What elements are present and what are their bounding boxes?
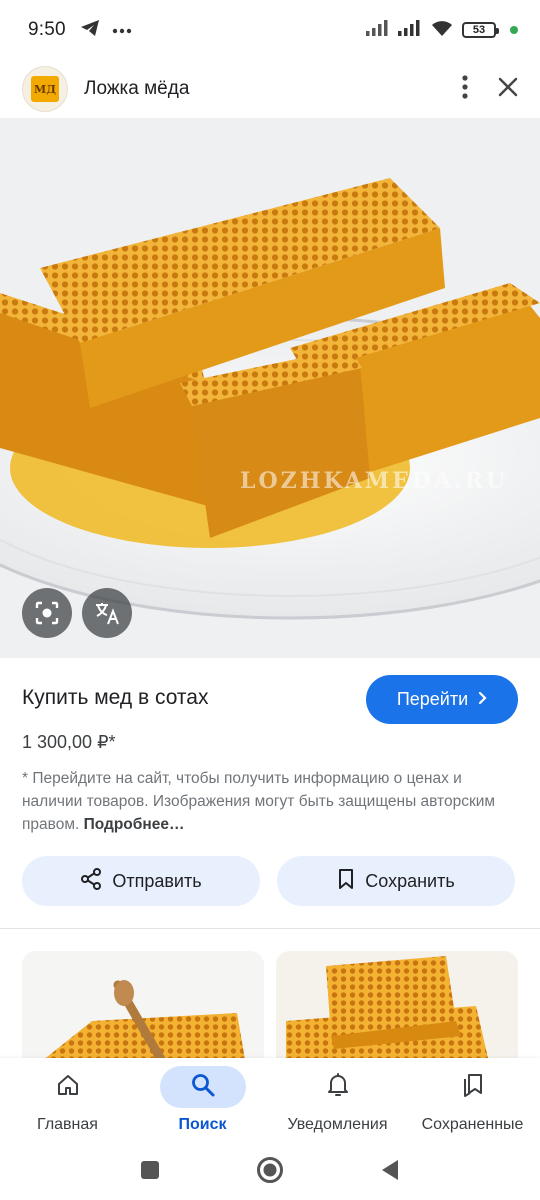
share-button[interactable]: Отправить [22, 856, 260, 906]
nav-saved-pill [430, 1066, 516, 1108]
disclaimer: * Перейдите на сайт, чтобы получить инфо… [22, 767, 512, 836]
bottom-nav: Главная Поиск Уведомления Сохраненные [0, 1058, 540, 1144]
share-label: Отправить [112, 870, 202, 891]
honey-dipper-image [22, 951, 264, 1071]
share-icon [80, 867, 102, 895]
goto-button-label: Перейти [396, 689, 469, 709]
search-icon [190, 1072, 216, 1103]
goto-button[interactable]: Перейти [366, 675, 518, 724]
nav-home[interactable]: Главная [0, 1058, 135, 1144]
header: МД Ложка мёда [0, 60, 540, 118]
status-bar: 9:50 53 [0, 0, 540, 60]
privacy-indicator [510, 26, 518, 34]
nav-home-pill [25, 1066, 111, 1108]
lens-icon [34, 600, 60, 626]
nav-notifications-pill [295, 1066, 381, 1108]
signal-icon [398, 19, 422, 41]
nav-home-label: Главная [37, 1116, 98, 1133]
bookmarks-icon [461, 1072, 485, 1103]
lens-button[interactable] [22, 588, 72, 638]
related-image-card[interactable] [276, 951, 518, 1071]
nav-search[interactable]: Поиск [135, 1058, 270, 1144]
save-button[interactable]: Сохранить [277, 856, 515, 906]
translate-icon [94, 600, 120, 626]
save-label: Сохранить [365, 870, 455, 891]
nav-search-pill [159, 1066, 246, 1108]
status-time: 9:50 [28, 19, 66, 40]
honeycomb-pieces-image [276, 951, 518, 1071]
battery-icon: 53 [462, 22, 499, 38]
bell-icon [326, 1072, 350, 1103]
site-title[interactable]: Ложка мёда [84, 78, 189, 100]
product-title: Купить мед в сотах [22, 686, 209, 709]
translate-button[interactable] [82, 588, 132, 638]
signal-icon [366, 19, 390, 41]
wifi-icon [430, 19, 454, 42]
chevron-right-icon [478, 689, 487, 710]
site-logo[interactable]: МД [22, 66, 68, 112]
home-circle-icon[interactable] [256, 1156, 284, 1189]
nav-search-label: Поиск [178, 1116, 227, 1133]
divider [0, 928, 540, 929]
nav-saved[interactable]: Сохраненные [405, 1058, 540, 1144]
more-link[interactable]: Подробнее… [84, 816, 185, 833]
system-nav-bar [0, 1144, 540, 1200]
home-icon [56, 1073, 80, 1102]
product-image[interactable]: LOZHKAMEDA.RU [0, 118, 540, 658]
battery-level: 53 [472, 24, 486, 36]
more-vert-icon[interactable] [462, 74, 468, 104]
nav-saved-label: Сохраненные [421, 1116, 524, 1133]
site-logo-mark: МД [31, 76, 59, 102]
related-image-card[interactable] [22, 951, 264, 1071]
telegram-icon [80, 19, 100, 42]
nav-notifications[interactable]: Уведомления [270, 1058, 405, 1144]
close-icon[interactable] [498, 77, 518, 102]
recents-icon[interactable] [140, 1160, 160, 1185]
nav-notifications-label: Уведомления [287, 1116, 388, 1133]
back-icon[interactable] [380, 1159, 400, 1186]
honeycomb-plate-image: LOZHKAMEDA.RU [0, 118, 540, 658]
image-watermark: LOZHKAMEDA.RU [240, 468, 508, 494]
more-dots-icon [112, 21, 132, 39]
bookmark-icon [337, 868, 355, 895]
product-price: 1 300,00 ₽* [22, 732, 116, 752]
